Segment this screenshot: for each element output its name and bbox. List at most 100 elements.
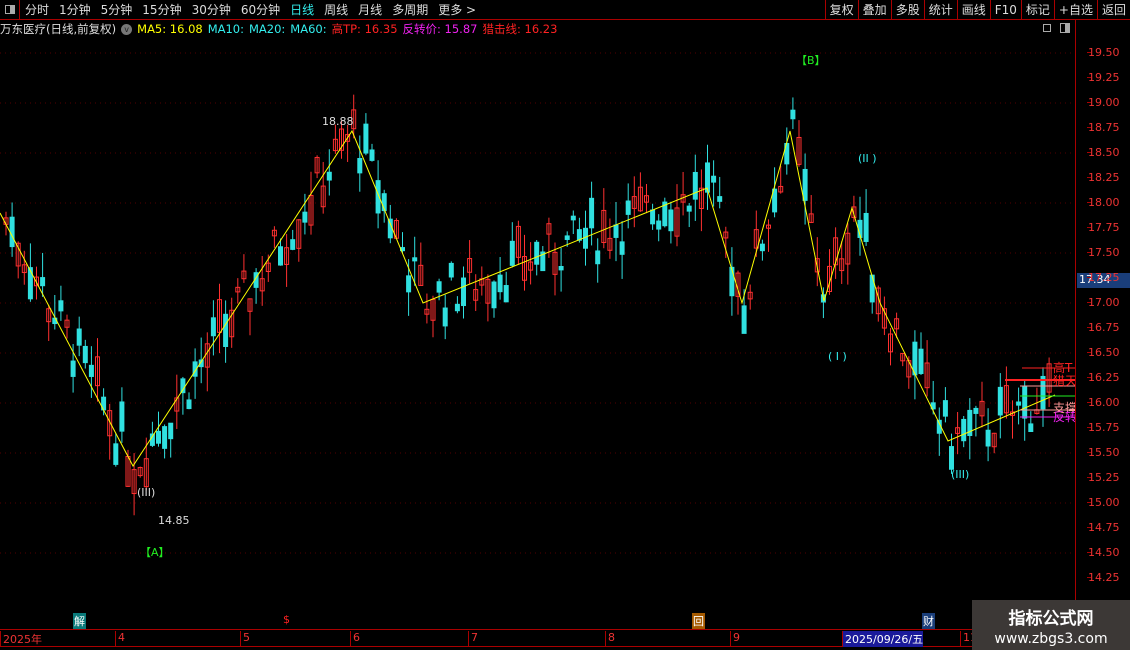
candle-body	[113, 443, 119, 465]
candle-body	[650, 209, 656, 225]
time-label: 2025年	[0, 631, 42, 647]
candle-body	[1028, 423, 1034, 433]
price-tick: 14.50	[1087, 546, 1120, 559]
candle-body	[223, 313, 229, 347]
time-label: 6	[350, 631, 360, 647]
candle-body	[406, 275, 412, 293]
price-tick: 18.50	[1087, 146, 1120, 159]
candle-body	[88, 364, 94, 377]
candle-body	[357, 158, 363, 174]
candle-body	[58, 300, 64, 312]
price-tick: 15.00	[1087, 496, 1120, 509]
toolbar-button[interactable]: 返回	[1096, 0, 1130, 20]
candle-body	[625, 200, 631, 215]
candle-body	[491, 281, 497, 309]
candle-body	[869, 274, 875, 303]
candle-body	[1016, 401, 1022, 406]
candle-body	[186, 399, 192, 410]
candle-body	[40, 277, 46, 287]
candle-body	[436, 281, 442, 293]
price-tick: 16.00	[1087, 396, 1120, 409]
time-label: 9	[730, 631, 740, 647]
candle-body	[1022, 385, 1028, 419]
price-tick: 19.50	[1087, 46, 1120, 59]
event-annotation-row: 解 $ 回 财	[0, 612, 1075, 629]
price-tick: 15.25	[1087, 471, 1120, 484]
watermark-url: www.zbgs3.com	[994, 631, 1108, 647]
candle-body	[503, 285, 509, 303]
candle-body	[70, 360, 76, 377]
time-label: 4	[115, 631, 125, 647]
watermark: 指标公式网 www.zbgs3.com	[972, 600, 1130, 650]
candle-body	[564, 235, 570, 240]
candle-body	[759, 243, 765, 252]
candle-body	[369, 149, 375, 161]
candle-body	[741, 305, 747, 334]
candle-body	[1040, 375, 1046, 410]
event-marker[interactable]: 财	[922, 613, 935, 629]
candle-body	[302, 211, 308, 223]
candle-body	[802, 168, 808, 201]
candle-body	[570, 215, 576, 221]
candle-body	[558, 265, 564, 271]
wave-label-b: 【B】	[796, 54, 826, 67]
candle-body	[497, 274, 503, 293]
time-label: 5	[240, 631, 250, 647]
candle-body	[509, 240, 515, 266]
event-marker[interactable]: 回	[692, 613, 705, 629]
candle-body	[717, 196, 723, 202]
price-tick: 14.25	[1087, 571, 1120, 584]
candle-body	[180, 378, 186, 394]
candle-body	[387, 218, 393, 239]
candle-body	[162, 426, 168, 449]
candle-body	[961, 418, 967, 442]
reversal-label: 反转	[1053, 409, 1075, 424]
price-tick: 18.25	[1087, 171, 1120, 184]
candle-body	[210, 317, 216, 337]
price-tick: 18.75	[1087, 121, 1120, 134]
candle-body	[412, 257, 418, 262]
candle-body	[656, 220, 662, 230]
event-marker[interactable]: $	[282, 613, 291, 626]
price-tick: 15.75	[1087, 421, 1120, 434]
candle-body	[119, 401, 125, 432]
candle-body	[686, 205, 692, 212]
event-marker[interactable]: 解	[73, 613, 86, 629]
price-tick: 17.25	[1087, 271, 1120, 284]
low-price-label: 14.85	[158, 514, 190, 527]
price-tick: 18.00	[1087, 196, 1120, 209]
price-tick: 16.25	[1087, 371, 1120, 384]
price-tick: 14.75	[1087, 521, 1120, 534]
candle-body	[619, 241, 625, 255]
candle-body	[168, 422, 174, 440]
price-tick: 19.25	[1087, 71, 1120, 84]
candle-body	[711, 175, 717, 183]
candlestick-chart[interactable]: 18.88 14.85 【A】 【B】 ( I ) (II ) (III) (III) 高T猎天…	[0, 0, 1075, 600]
candle-body	[363, 123, 369, 154]
candle-body	[534, 241, 540, 265]
candle-body	[985, 429, 991, 447]
price-tick: 15.50	[1087, 446, 1120, 459]
wave-label-iii-right: (III)	[951, 468, 969, 481]
time-label: 7	[468, 631, 478, 647]
candle-body	[863, 212, 869, 242]
candle-body	[82, 345, 88, 364]
candle-body	[942, 400, 948, 417]
candle-body	[949, 446, 954, 470]
candle-body	[326, 171, 332, 181]
candle-body	[613, 224, 619, 238]
candle-body	[973, 407, 979, 414]
price-tick: 16.75	[1087, 321, 1120, 334]
candle-body	[595, 250, 601, 265]
candle-body	[668, 209, 674, 232]
candle-body	[278, 246, 283, 266]
candle-body	[448, 262, 454, 278]
watermark-name: 指标公式网	[1008, 609, 1094, 629]
candle-body	[156, 430, 161, 444]
time-label: 8	[605, 631, 615, 647]
candle-body	[729, 266, 735, 297]
wave-label-i: ( I )	[828, 350, 847, 363]
time-axis: 2025年 4 5 6 7 8 9 2025/09/26/五 11	[0, 629, 977, 647]
candle-body	[454, 303, 460, 312]
gao-t-label: 高T	[1053, 360, 1073, 375]
